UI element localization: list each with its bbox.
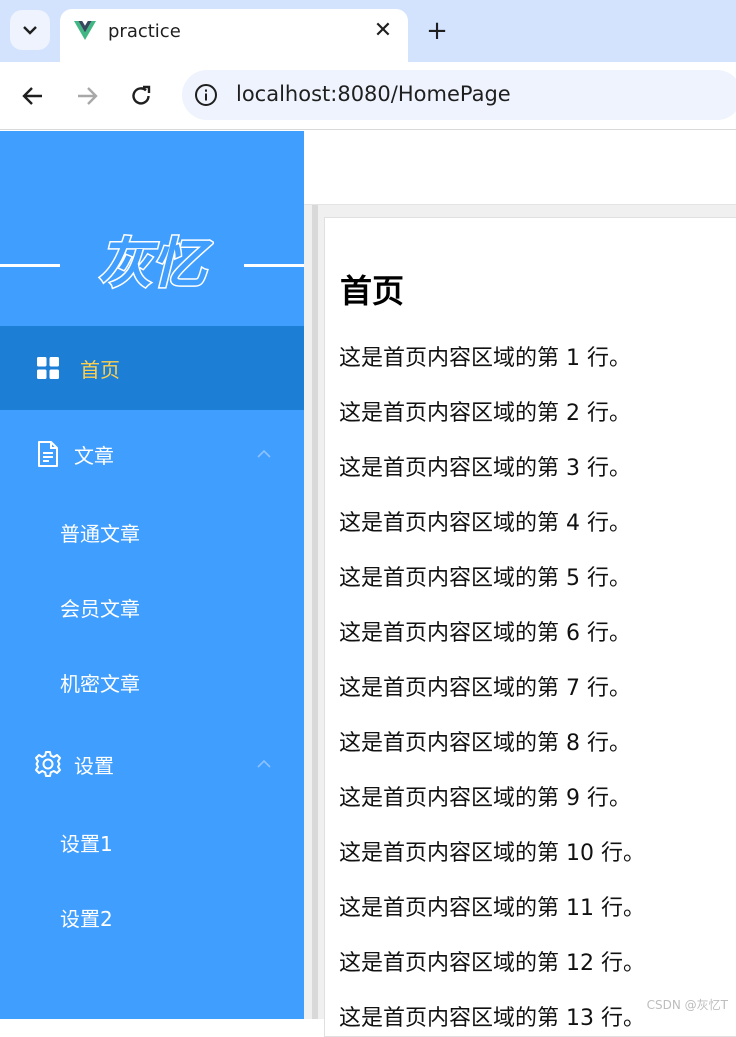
- tab-search-button[interactable]: [10, 10, 50, 50]
- sidebar-subitem-secret-articles[interactable]: 机密文章: [0, 645, 304, 719]
- main-area: 首页 这是首页内容区域的第 1 行。 这是首页内容区域的第 2 行。 这是首页内…: [304, 205, 736, 1019]
- content-line: 这是首页内容区域的第 1 行。: [339, 340, 631, 372]
- content-line: 这是首页内容区域的第 5 行。: [339, 560, 631, 592]
- new-tab-button[interactable]: +: [420, 14, 454, 48]
- content-line: 这是首页内容区域的第 8 行。: [339, 725, 631, 757]
- content-card: 首页 这是首页内容区域的第 1 行。 这是首页内容区域的第 2 行。 这是首页内…: [324, 217, 736, 1037]
- content-line: 这是首页内容区域的第 3 行。: [339, 450, 631, 482]
- gear-icon: [34, 750, 62, 778]
- sidebar-item-home[interactable]: 首页: [0, 326, 304, 410]
- content-line: 这是首页内容区域的第 11 行。: [339, 890, 645, 922]
- url-text[interactable]: localhost:8080/HomePage: [236, 82, 511, 106]
- content-line: 这是首页内容区域的第 9 行。: [339, 780, 631, 812]
- address-bar[interactable]: localhost:8080/HomePage: [182, 70, 736, 120]
- grid-icon: [36, 356, 60, 380]
- content-line: 这是首页内容区域的第 12 行。: [339, 945, 645, 977]
- content-line: 这是首页内容区域的第 4 行。: [339, 505, 631, 537]
- content-line: 这是首页内容区域的第 6 行。: [339, 615, 631, 647]
- tab-title: practice: [108, 21, 181, 42]
- reload-icon: [130, 85, 152, 107]
- sidebar-subitem-label: 设置1: [60, 828, 113, 857]
- content-line: 这是首页内容区域的第 10 行。: [339, 835, 645, 867]
- sidebar-subitem-member-articles[interactable]: 会员文章: [0, 570, 304, 644]
- content-line: 这是首页内容区域的第 13 行。: [339, 1000, 645, 1032]
- app-header: [304, 131, 736, 205]
- sidebar-item-settings[interactable]: 设置: [0, 722, 304, 806]
- sidebar-subitem-settings-1[interactable]: 设置1: [0, 805, 304, 879]
- logo-divider-right: [244, 264, 304, 267]
- browser-tab-strip: practice ✕ +: [0, 0, 736, 62]
- watermark: CSDN @灰忆T: [647, 996, 728, 1013]
- vue-logo-icon: [74, 21, 96, 41]
- sidebar-subitem-label: 普通文章: [60, 518, 140, 547]
- reload-button[interactable]: [121, 76, 161, 116]
- logo: 灰忆: [90, 226, 214, 298]
- forward-button[interactable]: [67, 76, 107, 116]
- sidebar-subitem-label: 会员文章: [60, 593, 140, 622]
- tab-close-button[interactable]: ✕: [370, 17, 396, 43]
- sidebar-item-articles[interactable]: 文章: [0, 412, 304, 496]
- logo-text: 灰忆: [98, 232, 213, 295]
- scroll-gutter: [312, 205, 318, 1019]
- sidebar-item-label: 首页: [80, 354, 120, 383]
- sidebar-subitem-label: 机密文章: [60, 668, 140, 697]
- arrow-right-icon: [76, 85, 98, 107]
- arrow-left-icon: [22, 85, 44, 107]
- logo-divider-left: [0, 264, 60, 267]
- sidebar-item-label: 设置: [74, 750, 114, 779]
- browser-tab[interactable]: practice ✕: [60, 9, 408, 62]
- browser-toolbar: localhost:8080/HomePage: [0, 62, 736, 130]
- content-line: 这是首页内容区域的第 7 行。: [339, 670, 631, 702]
- sidebar-item-label: 文章: [74, 440, 114, 469]
- sidebar: 灰忆 首页 文章 普通文章 会员文章 机密文章 设置: [0, 131, 304, 1019]
- chevron-up-icon[interactable]: [256, 449, 272, 459]
- chevron-down-icon: [22, 25, 38, 35]
- sidebar-subitem-normal-articles[interactable]: 普通文章: [0, 495, 304, 569]
- page-title: 首页: [340, 266, 404, 312]
- back-button[interactable]: [13, 76, 53, 116]
- info-icon[interactable]: [194, 83, 218, 107]
- sidebar-subitem-label: 设置2: [60, 903, 113, 932]
- document-icon: [34, 440, 62, 468]
- chevron-up-icon[interactable]: [256, 759, 272, 769]
- sidebar-subitem-settings-2[interactable]: 设置2: [0, 880, 304, 954]
- content-line: 这是首页内容区域的第 2 行。: [339, 395, 631, 427]
